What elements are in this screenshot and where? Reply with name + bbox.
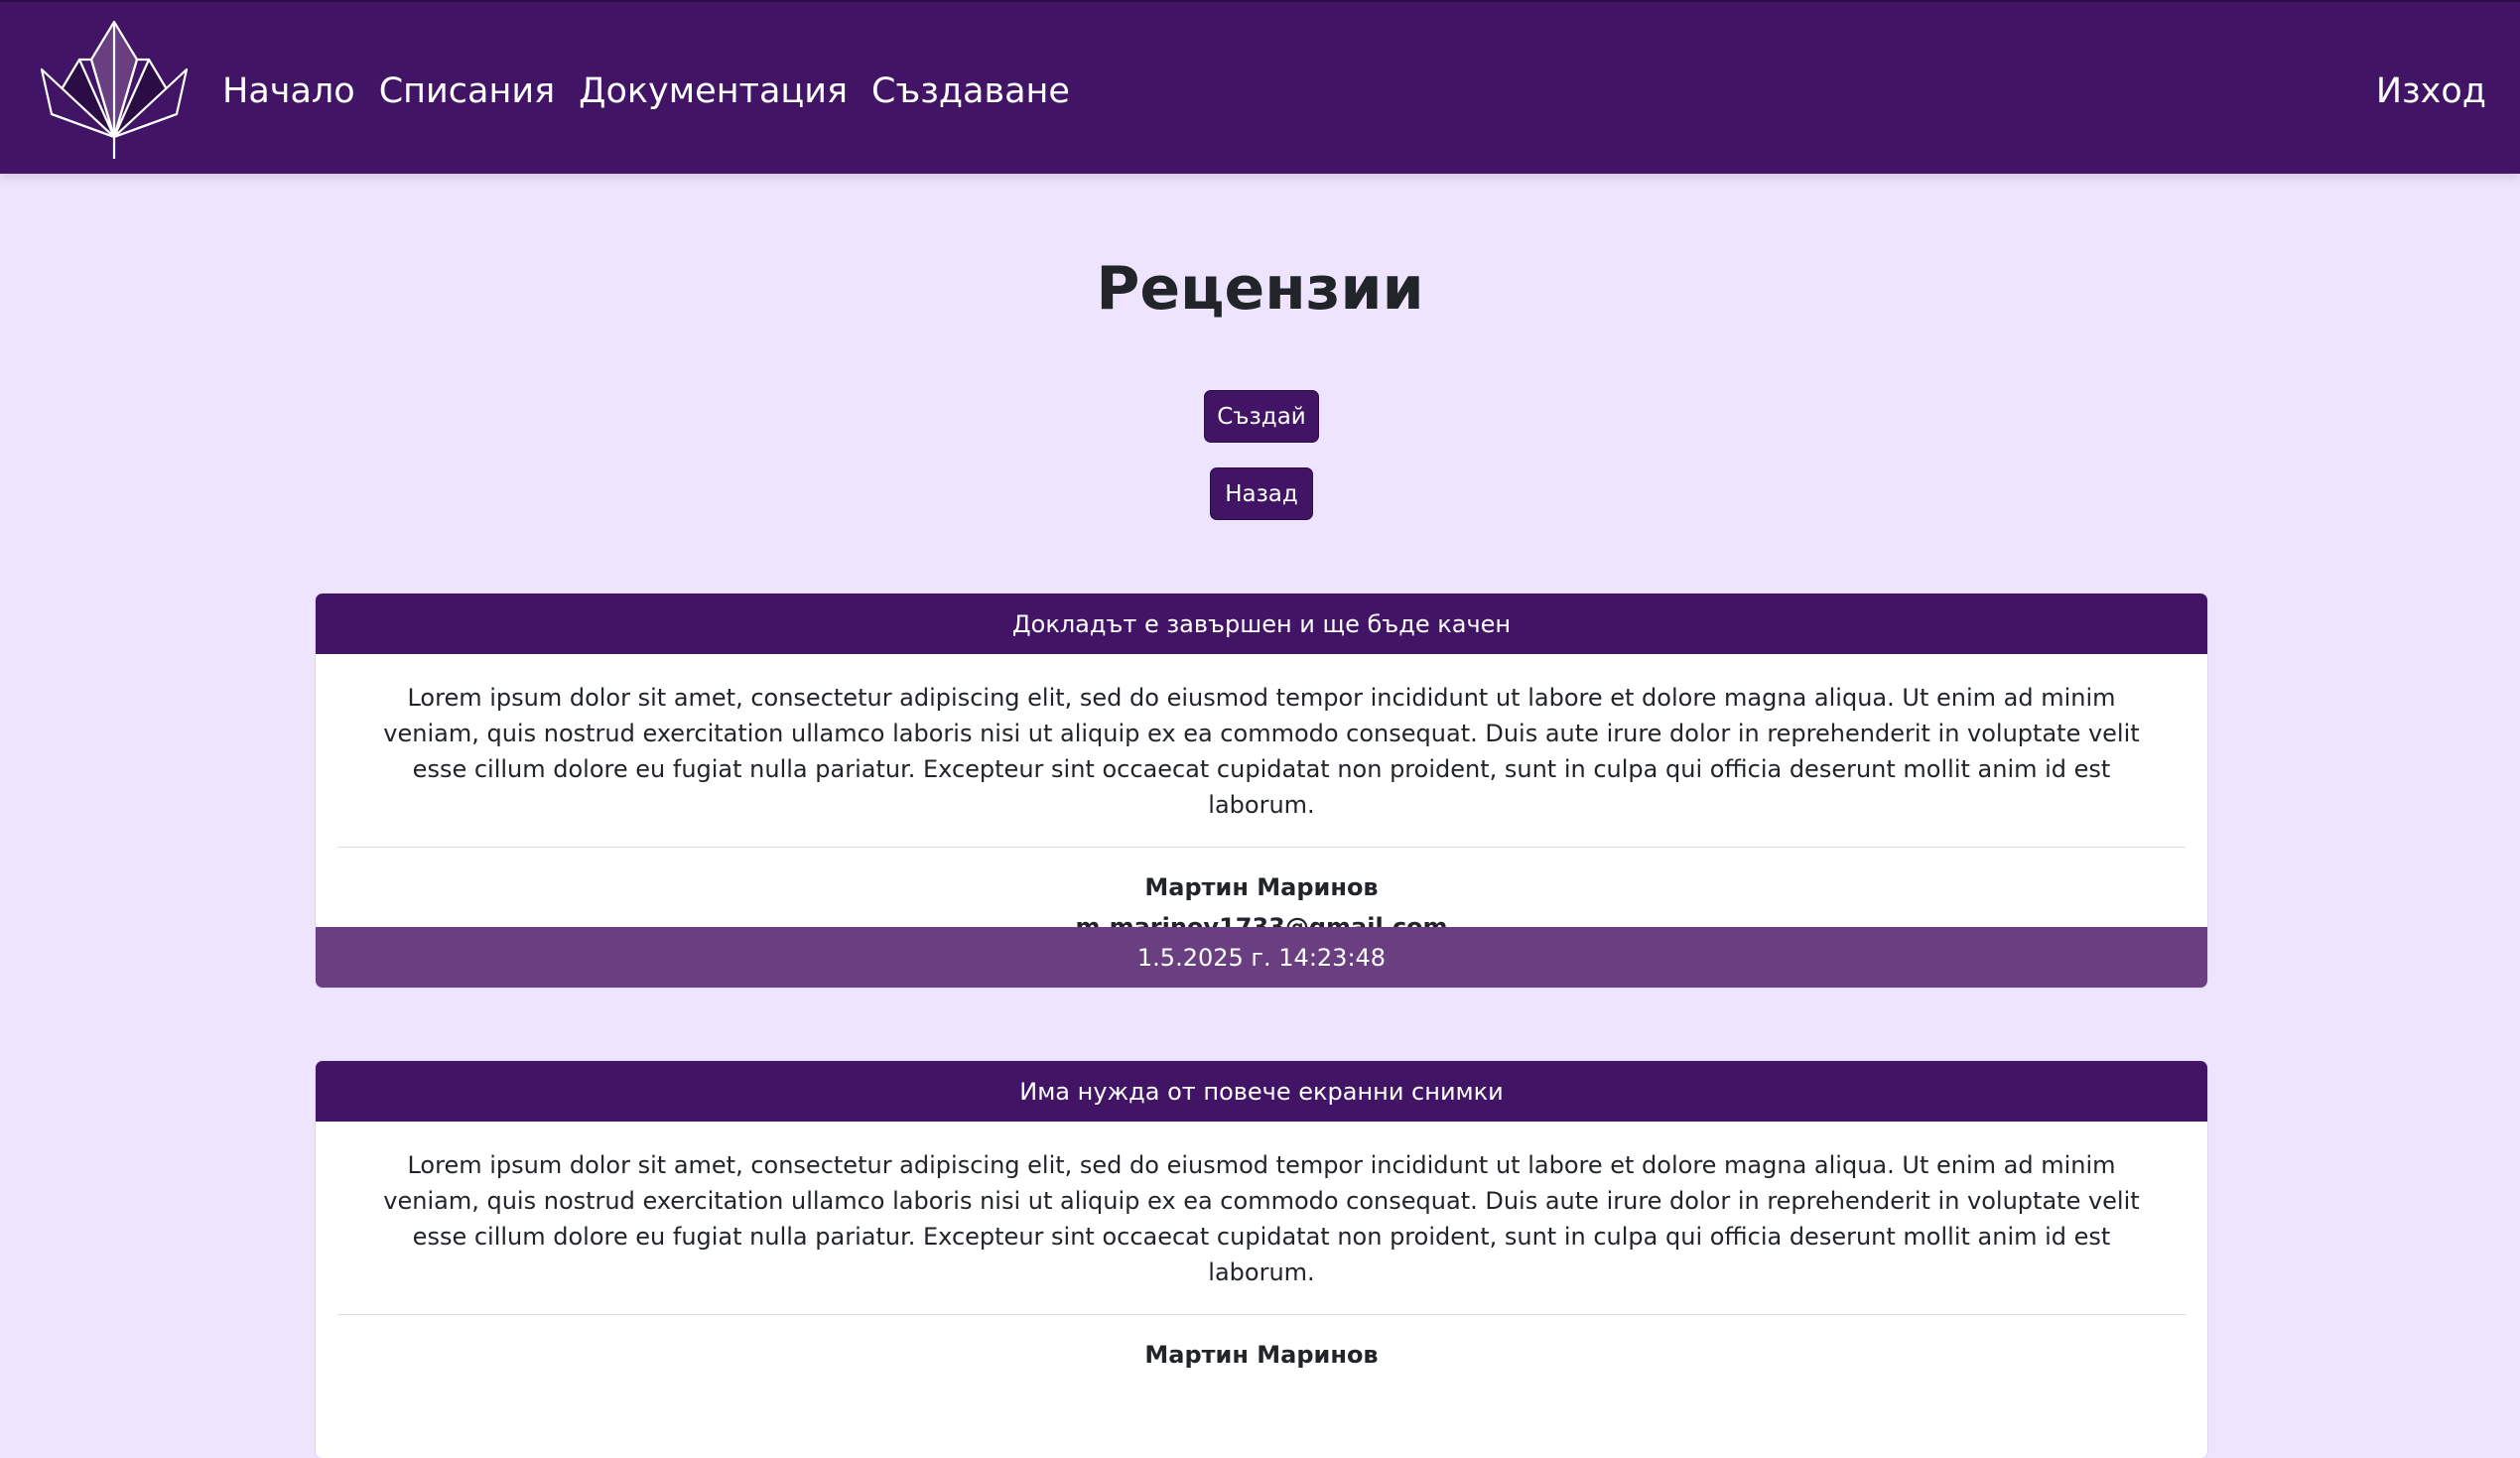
review-author: Мартин Маринов <box>1144 873 1379 901</box>
review-title: Докладът е завършен и ще бъде качен <box>316 594 2207 654</box>
review-card: Докладът е завършен и ще бъде качен Lore… <box>316 594 2207 988</box>
review-body: Lorem ipsum dolor sit amet, consectetur … <box>316 654 2207 947</box>
top-navbar: Начало Списания Документация Създаване И… <box>0 0 2520 174</box>
review-title: Има нужда от повече екранни снимки <box>316 1061 2207 1122</box>
nav-item-home[interactable]: Начало <box>222 65 355 119</box>
divider <box>337 1314 2186 1315</box>
main-nav: Начало Списания Документация Създаване <box>222 65 1070 119</box>
nav-item-documentation[interactable]: Документация <box>579 65 848 119</box>
divider <box>337 847 2186 848</box>
back-button[interactable]: Назад <box>1210 467 1313 520</box>
review-author: Мартин Маринов <box>1144 1341 1379 1369</box>
logout-link[interactable]: Изход <box>2376 65 2486 119</box>
review-body: Lorem ipsum dolor sit amet, consectetur … <box>316 1122 2207 1375</box>
nav-item-journals[interactable]: Списания <box>379 65 555 119</box>
review-date: 1.5.2025 г. 14:23:48 <box>316 927 2207 988</box>
lotus-logo-icon[interactable] <box>40 20 189 161</box>
review-text: Lorem ipsum dolor sit amet, consectetur … <box>383 684 2140 819</box>
nav-item-create[interactable]: Създаване <box>871 65 1070 119</box>
page-title: Рецензии <box>1096 254 1424 324</box>
create-button[interactable]: Създай <box>1204 390 1319 443</box>
review-text: Lorem ipsum dolor sit amet, consectetur … <box>383 1151 2140 1286</box>
review-card: Има нужда от повече екранни снимки Lorem… <box>316 1061 2207 1458</box>
